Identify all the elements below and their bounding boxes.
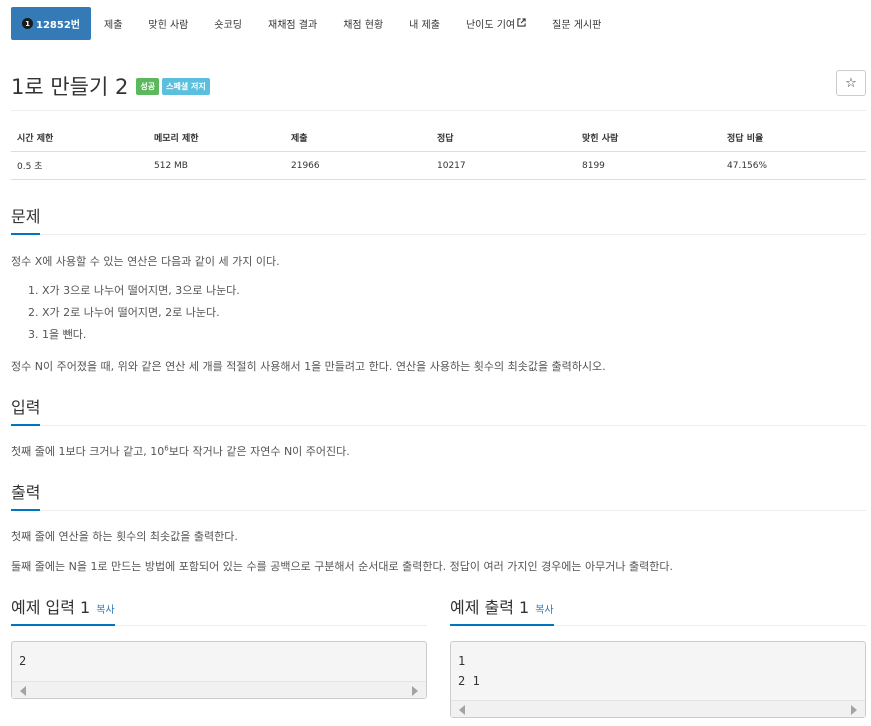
list-item: 1. X가 3으로 나누어 떨어지면, 3으로 나눈다. [28,284,240,297]
input-heading: 입력 [11,394,41,426]
tab-rejudge-results[interactable]: 재채점 결과 [255,7,330,40]
tab-submit[interactable]: 제출 [91,7,135,40]
sample-input-header: 예제 입력 1 복사 [11,594,427,626]
input-text-end: 보다 작거나 같은 자연수 N이 주어진다. [168,445,350,458]
status-badge-special-judge: 스페셜 저지 [162,77,210,95]
stats-header-row: 시간 제한 메모리 제한 제출 정답 맞힌 사람 정답 비율 [11,124,866,152]
stats-value-row: 0.5 초 512 MB 21966 10217 8199 47.156% [11,152,866,180]
description-intro: 정수 X에 사용할 수 있는 연산은 다음과 같이 세 가지 이다. [11,255,280,268]
stats-header-submissions: 제출 [291,134,308,144]
stats-submissions: 21966 [291,160,320,171]
sample-input-content: 2 [19,654,27,668]
stats-header-ratio: 정답 비율 [727,134,764,144]
stats-solved-users: 8199 [582,160,605,171]
divider [11,110,866,111]
tab-label: 난이도 기여 [465,20,516,31]
tab-difficulty-contribution[interactable]: 난이도 기여 [453,7,539,40]
problem-title-row: 1로 만들기 2 성공 스페셜 저지 ☆ [11,70,866,102]
output-section-header: 출력 [11,479,866,511]
sample-output-box[interactable]: 1 2 1 [450,641,866,718]
list-item: 2. X가 2로 나누어 떨어지면, 2로 나눈다. [28,306,220,319]
problem-menu-tabs: 1 12852번 제출 맞힌 사람 숏코딩 재채점 결과 채점 현황 내 제출 … [11,7,614,40]
scroll-left-arrow-icon[interactable] [459,705,465,715]
stats-accepted: 10217 [437,160,466,171]
description-body: 정수 N이 주어졌을 때, 위와 같은 연산 세 개를 적절히 사용해서 1을 … [11,360,606,373]
scroll-right-arrow-icon[interactable] [412,686,418,696]
description-section-header: 문제 [11,203,866,235]
sample-output-heading: 예제 출력 1 복사 [450,594,554,626]
info-badge-icon: 1 [22,18,33,29]
stats-header-solved-users: 맞힌 사람 [582,134,619,144]
scroll-left-arrow-icon[interactable] [20,686,26,696]
copy-sample-input-link[interactable]: 복사 [96,605,114,616]
status-badge-success: 성공 [136,77,160,95]
sample-output-title: 예제 출력 1 [450,598,530,617]
sample-input-heading: 예제 입력 1 복사 [11,594,115,626]
sample-output-content: 1 2 1 [458,654,480,688]
copy-sample-output-link[interactable]: 복사 [535,605,553,616]
sample-output-header: 예제 출력 1 복사 [450,594,866,626]
tab-my-submissions[interactable]: 내 제출 [396,7,453,40]
input-section-header: 입력 [11,394,866,426]
description-heading: 문제 [11,203,41,235]
stats-header-accepted: 정답 [437,134,454,144]
output-line-2: 둘째 줄에는 N을 1로 만드는 방법에 포함되어 있는 수를 공백으로 구분해… [11,560,673,573]
list-item: 3. 1을 뺀다. [28,328,87,341]
output-line-1: 첫째 줄에 연산을 하는 횟수의 최솟값을 출력한다. [11,530,238,543]
favorite-star-button[interactable]: ☆ [836,70,866,96]
tab-solved-users[interactable]: 맞힌 사람 [135,7,201,40]
tab-judge-status[interactable]: 채점 현황 [330,7,396,40]
tab-short-coding[interactable]: 숏코딩 [201,7,255,40]
stats-memory-limit: 512 MB [154,160,188,171]
star-icon: ☆ [845,75,857,91]
horizontal-scrollbar[interactable] [12,681,426,698]
tab-label: 12852번 [36,20,80,31]
sample-input-title: 예제 입력 1 [11,598,91,617]
external-link-icon [517,17,526,30]
stats-header-memory-limit: 메모리 제한 [154,134,199,144]
input-text-start: 첫째 줄에 1보다 크거나 같고, 10 [11,445,165,458]
output-heading: 출력 [11,479,41,511]
input-description: 첫째 줄에 1보다 크거나 같고, 106보다 작거나 같은 자연수 N이 주어… [11,443,350,459]
scroll-right-arrow-icon[interactable] [851,705,857,715]
stats-time-limit: 0.5 초 [17,162,43,172]
operations-list: 1. X가 3으로 나누어 떨어지면, 3으로 나눈다. 2. X가 2로 나누… [28,279,240,345]
stats-header-time-limit: 시간 제한 [17,134,54,144]
tab-problem[interactable]: 1 12852번 [11,7,91,40]
page-title: 1로 만들기 2 [11,75,129,99]
stats-ratio: 47.156% [727,160,768,171]
sample-input-box[interactable]: 2 [11,641,427,699]
horizontal-scrollbar[interactable] [451,700,865,717]
tab-qna-board[interactable]: 질문 게시판 [539,7,614,40]
problem-stats-table: 시간 제한 메모리 제한 제출 정답 맞힌 사람 정답 비율 0.5 초 512… [11,124,866,180]
